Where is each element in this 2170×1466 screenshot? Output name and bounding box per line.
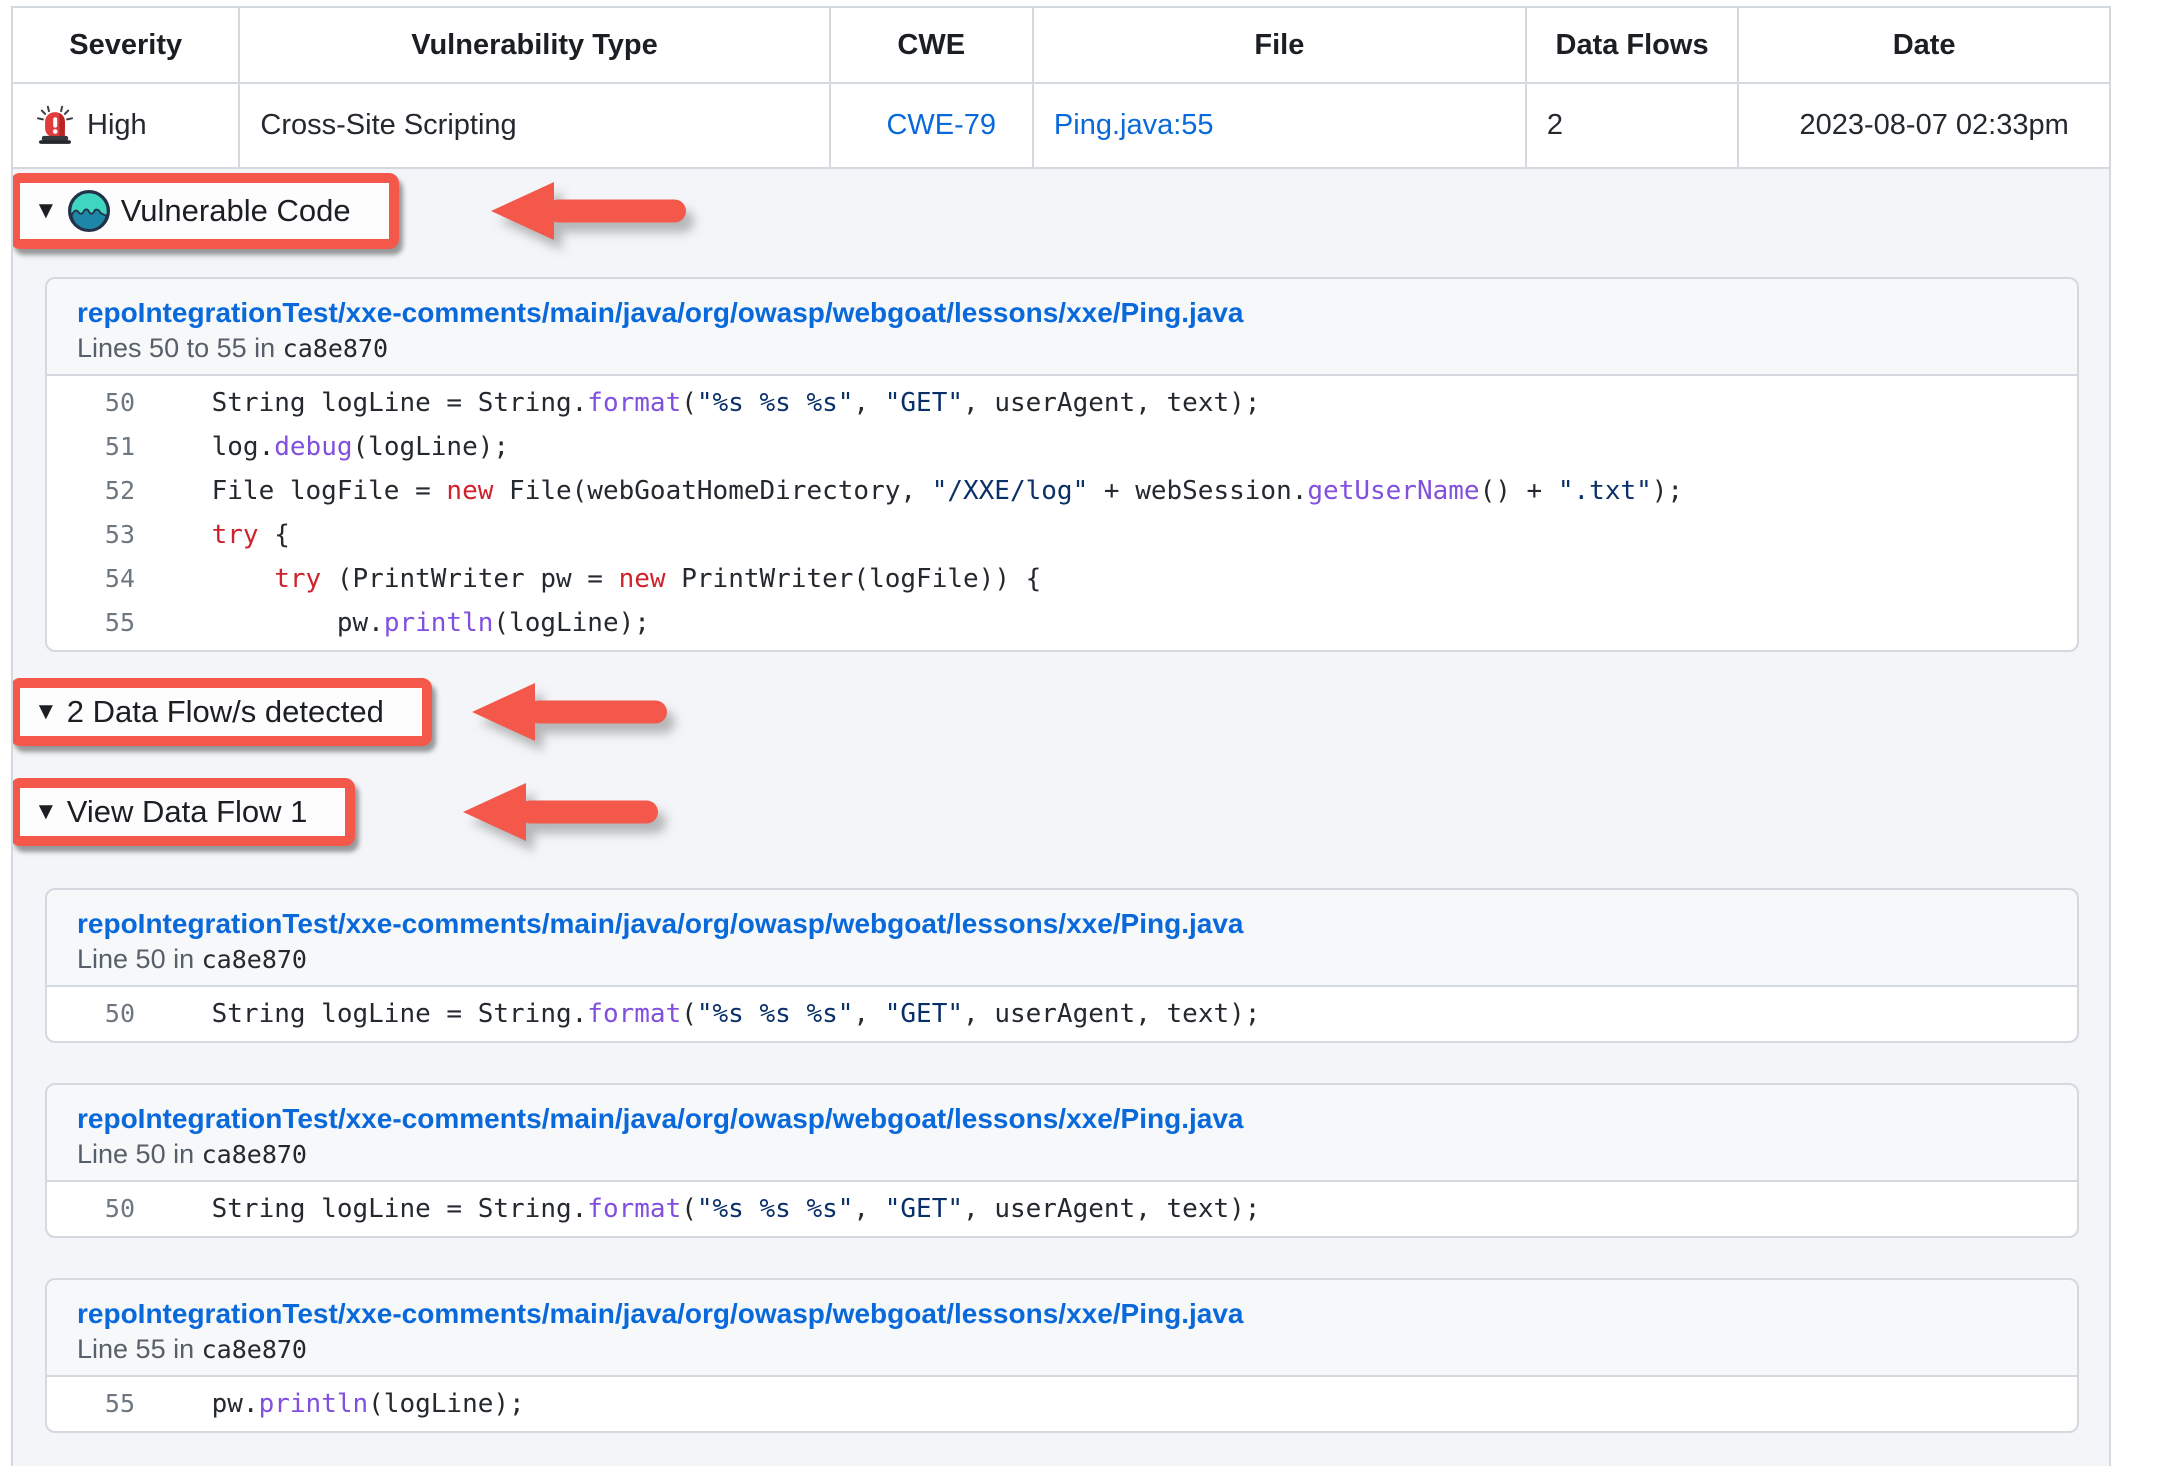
code-snippet: repoIntegrationTest/xxe-comments/main/ja…: [45, 888, 2079, 1043]
annotation-highlight-view-flow-1: ▼ View Data Flow 1: [11, 778, 355, 846]
annotation-arrow-icon: [472, 672, 677, 752]
section-view-data-flow-1: ▼ View Data Flow 1: [13, 772, 2109, 852]
triangle-down-icon: ▼: [34, 700, 58, 724]
line-number: 53: [47, 513, 135, 557]
code-line: 51 log.debug(logLine);: [47, 425, 2077, 469]
line-number: 50: [47, 381, 135, 425]
code-line: 53 try {: [47, 513, 2077, 557]
code-snippet: repoIntegrationTest/xxe-comments/main/ja…: [45, 1278, 2079, 1433]
view-data-flow-1-toggle[interactable]: ▼ View Data Flow 1: [34, 794, 307, 830]
data-flows-cell: 2: [1526, 83, 1738, 168]
line-number: 55: [47, 1382, 135, 1426]
date-cell: 2023-08-07 02:33pm: [1738, 83, 2110, 168]
file-cell: Ping.java:55: [1033, 83, 1526, 168]
vulnerability-type-cell: Cross-Site Scripting: [239, 83, 829, 168]
siren-icon: [33, 104, 77, 148]
header-file: File: [1033, 7, 1526, 83]
code-text: try {: [135, 513, 290, 557]
commit-hash: ca8e870: [283, 334, 388, 363]
code-line: 55 pw.println(logLine);: [47, 601, 2077, 645]
finding-row: High Cross-Site Scripting CWE-79 Ping.ja…: [12, 83, 2110, 168]
code-text: String logLine = String.format("%s %s %s…: [135, 992, 1260, 1036]
line-number: 55: [47, 601, 135, 645]
triangle-down-icon: ▼: [34, 199, 58, 223]
table-header-row: Severity Vulnerability Type CWE File Dat…: [12, 7, 2110, 83]
annotation-arrow-icon: [491, 171, 696, 251]
snippet-file-link[interactable]: repoIntegrationTest/xxe-comments/main/ja…: [77, 1103, 1244, 1135]
data-flow-snippets-container: repoIntegrationTest/xxe-comments/main/ja…: [13, 888, 2109, 1433]
snippet-range: Line 50 in ca8e870: [77, 1139, 2047, 1170]
finding-summary-table: Severity Vulnerability Type CWE File Dat…: [11, 6, 2111, 169]
code-line: 50 String logLine = String.format("%s %s…: [47, 381, 2077, 425]
snippet-header: repoIntegrationTest/xxe-comments/main/ja…: [47, 1280, 2077, 1375]
commit-hash: ca8e870: [202, 1140, 307, 1169]
cwe-link[interactable]: CWE-79: [886, 109, 996, 141]
code-line: 50 String logLine = String.format("%s %s…: [47, 1187, 2077, 1231]
triangle-down-icon: ▼: [34, 800, 58, 824]
snippet-range: Lines 50 to 55 in ca8e870: [77, 333, 2047, 364]
snippet-file-link[interactable]: repoIntegrationTest/xxe-comments/main/ja…: [77, 1298, 1244, 1330]
vulnerability-report-page: Severity Vulnerability Type CWE File Dat…: [0, 0, 2170, 1466]
code-text: pw.println(logLine);: [135, 601, 650, 645]
code-text: String logLine = String.format("%s %s %s…: [135, 381, 1260, 425]
code-text: log.debug(logLine);: [135, 425, 509, 469]
snippet-code-area: 50 String logLine = String.format("%s %s…: [47, 1180, 2077, 1236]
file-link[interactable]: Ping.java:55: [1054, 109, 1214, 141]
header-data-flows: Data Flows: [1526, 7, 1738, 83]
snippet-code-area: 50 String logLine = String.format("%s %s…: [47, 985, 2077, 1041]
annotation-highlight-data-flows: ▼ 2 Data Flow/s detected: [11, 678, 432, 746]
annotation-arrow-icon: [463, 772, 668, 852]
header-vulnerability-type: Vulnerability Type: [239, 7, 829, 83]
severity-cell: High: [12, 83, 239, 168]
snippet-header: repoIntegrationTest/xxe-comments/main/ja…: [47, 1085, 2077, 1180]
cwe-cell: CWE-79: [830, 83, 1033, 168]
annotation-highlight-vulnerable-code: ▼ Vulnerable Code: [11, 173, 399, 249]
code-line: 54 try (PrintWriter pw = new PrintWriter…: [47, 557, 2077, 601]
code-text: pw.println(logLine);: [135, 1382, 525, 1426]
vulnerable-code-snippet-container: repoIntegrationTest/xxe-comments/main/ja…: [13, 277, 2109, 652]
code-text: File logFile = new File(webGoatHomeDirec…: [135, 469, 1683, 513]
severity-value: High: [87, 109, 147, 142]
line-number: 50: [47, 1187, 135, 1231]
line-number: 50: [47, 992, 135, 1036]
header-cwe: CWE: [830, 7, 1033, 83]
snippet-range: Line 55 in ca8e870: [77, 1334, 2047, 1365]
data-flows-label: 2 Data Flow/s detected: [67, 694, 384, 730]
snippet-range: Line 50 in ca8e870: [77, 944, 2047, 975]
section-data-flows-detected: ▼ 2 Data Flow/s detected: [13, 672, 2109, 752]
code-line: 52 File logFile = new File(webGoatHomeDi…: [47, 469, 2077, 513]
code-line: 55 pw.println(logLine);: [47, 1382, 2077, 1426]
section-vulnerable-code: ▼ Vulnerable Code: [13, 171, 2109, 251]
snippet-header: repoIntegrationTest/xxe-comments/main/ja…: [47, 890, 2077, 985]
snippet-header: repoIntegrationTest/xxe-comments/main/ja…: [47, 279, 2077, 374]
header-date: Date: [1738, 7, 2110, 83]
snippet-file-link[interactable]: repoIntegrationTest/xxe-comments/main/ja…: [77, 908, 1244, 940]
header-severity: Severity: [12, 7, 239, 83]
code-text: try (PrintWriter pw = new PrintWriter(lo…: [135, 557, 1041, 601]
vulnerable-code-toggle[interactable]: ▼ Vulnerable Code: [34, 189, 351, 233]
line-number: 54: [47, 557, 135, 601]
snippet-code-area: 55 pw.println(logLine);: [47, 1375, 2077, 1431]
vulnerable-code-label: Vulnerable Code: [121, 193, 351, 229]
line-number: 52: [47, 469, 135, 513]
data-flows-toggle[interactable]: ▼ 2 Data Flow/s detected: [34, 694, 384, 730]
code-snippet: repoIntegrationTest/xxe-comments/main/ja…: [45, 277, 2079, 652]
code-line: 50 String logLine = String.format("%s %s…: [47, 992, 2077, 1036]
code-text: String logLine = String.format("%s %s %s…: [135, 1187, 1260, 1231]
report-body: ▼ Vulnerable Code repoIntegrationTest/xx…: [11, 169, 2111, 1466]
view-data-flow-1-label: View Data Flow 1: [67, 794, 308, 830]
code-snippet: repoIntegrationTest/xxe-comments/main/ja…: [45, 1083, 2079, 1238]
snippet-code-area: 50 String logLine = String.format("%s %s…: [47, 374, 2077, 650]
snippet-file-link[interactable]: repoIntegrationTest/xxe-comments/main/ja…: [77, 297, 1244, 329]
wave-icon: [67, 189, 111, 233]
commit-hash: ca8e870: [202, 945, 307, 974]
line-number: 51: [47, 425, 135, 469]
commit-hash: ca8e870: [202, 1335, 307, 1364]
